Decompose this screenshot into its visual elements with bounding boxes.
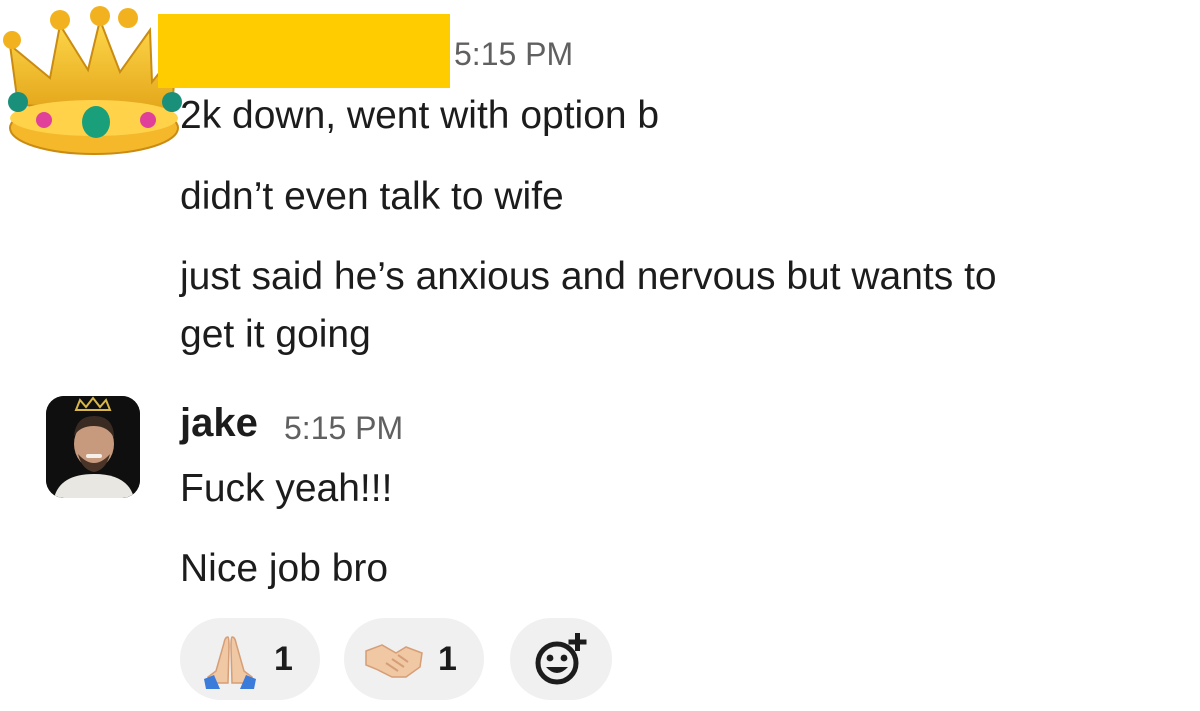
message-text: 2k down, went with option b xyxy=(180,94,660,137)
reaction-folded-hands[interactable]: 1 xyxy=(180,618,320,700)
message-text: just said he’s anxious and nervous but w… xyxy=(180,255,997,298)
reaction-count: 1 xyxy=(438,639,457,678)
username[interactable]: jake xyxy=(180,398,258,448)
message-timestamp[interactable]: 5:15 PM xyxy=(284,408,403,448)
message-text: didn’t even talk to wife xyxy=(180,175,564,218)
message-text: Fuck yeah!!! xyxy=(180,467,393,510)
reaction-handshake[interactable]: 1 xyxy=(344,618,484,700)
reaction-count: 1 xyxy=(274,639,293,678)
add-emoji-icon xyxy=(535,633,587,685)
message-timestamp[interactable]: 5:15 PM xyxy=(454,34,573,74)
add-reaction-button[interactable] xyxy=(510,618,612,700)
avatar[interactable] xyxy=(46,396,140,498)
message-text: get it going xyxy=(180,313,371,356)
handshake-icon xyxy=(365,644,423,678)
redacted-username xyxy=(158,14,450,88)
folded-hands-icon xyxy=(204,636,256,689)
user-photo-icon xyxy=(46,396,140,498)
message-text: Nice job bro xyxy=(180,547,389,590)
